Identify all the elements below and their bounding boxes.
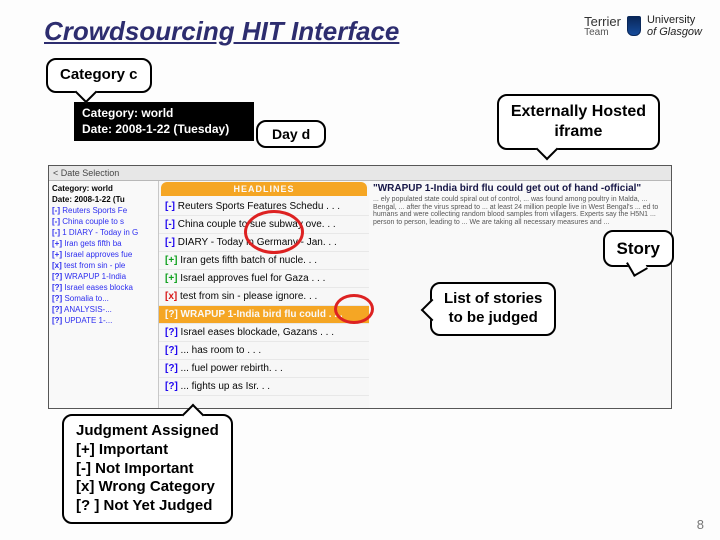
left-list-item[interactable]: [?] ANALYSIS-... bbox=[49, 304, 158, 315]
iframe-topbar: < Date Selection bbox=[49, 166, 671, 181]
callout-list: List of stories to be judged bbox=[430, 282, 556, 336]
left-list-item[interactable]: [-] China couple to s bbox=[49, 216, 158, 227]
ctx-date-label: Date: bbox=[82, 122, 112, 136]
left-meta-date: Date: 2008-1-22 (Tu bbox=[49, 194, 158, 205]
judgment-row: [-] Not Important bbox=[76, 460, 219, 479]
left-list-item[interactable]: [+] Iran gets fifth ba bbox=[49, 238, 158, 249]
callout-iframe: Externally Hosted iframe bbox=[497, 94, 660, 150]
terrier-logo: Terrier Team bbox=[584, 15, 621, 38]
headline-item[interactable]: [?] ... fights up as Isr. . . bbox=[159, 378, 369, 396]
left-list-item[interactable]: [-] 1 DIARY - Today in G bbox=[49, 227, 158, 238]
left-list-item[interactable]: [+] Israel approves fue bbox=[49, 249, 158, 260]
left-meta-cat: Category: world bbox=[49, 183, 158, 194]
headlines-bar: HEADLINES bbox=[161, 182, 367, 196]
bullet-icon bbox=[236, 128, 240, 132]
callout-day: Day d bbox=[256, 120, 326, 148]
judgment-row: [? ] Not Yet Judged bbox=[76, 497, 219, 516]
uog-line1: University bbox=[647, 14, 695, 26]
headline-item[interactable]: [?] Israel eases blockade, Gazans . . . bbox=[159, 324, 369, 342]
left-list-item[interactable]: [x] test from sin - ple bbox=[49, 260, 158, 271]
hosted-iframe-mock: < Date Selection Category: world Date: 2… bbox=[48, 165, 672, 409]
judgment-title: Judgment Assigned bbox=[76, 422, 219, 441]
logo-block: Terrier Team University of Glasgow bbox=[584, 14, 702, 38]
uog-crest-icon bbox=[627, 16, 641, 36]
uog-line2: of Glasgow bbox=[647, 26, 702, 38]
headline-item[interactable]: [?] ... fuel power rebirth. . . bbox=[159, 360, 369, 378]
callout-judgment: Judgment Assigned [+] Important [-] Not … bbox=[62, 414, 233, 524]
story-body: ... ely populated state could spiral out… bbox=[373, 196, 667, 227]
story-title: "WRAPUP 1-India bird flu could get out o… bbox=[373, 183, 667, 194]
callout-category: Category c bbox=[46, 58, 152, 93]
headline-item[interactable]: [?] ... has room to . . . bbox=[159, 342, 369, 360]
context-bar: Category: world Date: 2008-1-22 (Tuesday… bbox=[74, 102, 254, 141]
ctx-cat-value: world bbox=[141, 106, 173, 120]
uog-text: University of Glasgow bbox=[647, 14, 702, 38]
left-list-item[interactable]: [?] Israel eases blocka bbox=[49, 282, 158, 293]
left-list-item[interactable]: [-] Reuters Sports Fe bbox=[49, 205, 158, 216]
left-list-item[interactable]: [?] Somalia to... bbox=[49, 293, 158, 304]
headline-item[interactable]: [+] Israel approves fuel for Gaza . . . bbox=[159, 270, 369, 288]
headline-item[interactable]: [+] Iran gets fifth batch of nucle. . . bbox=[159, 252, 369, 270]
left-list-item[interactable]: [?] WRAPUP 1-India bbox=[49, 271, 158, 282]
callout-story: Story bbox=[603, 230, 674, 267]
judgment-row: [x] Wrong Category bbox=[76, 478, 219, 497]
ctx-date-value: 2008-1-22 (Tuesday) bbox=[115, 122, 229, 136]
red-circle-annotation bbox=[334, 294, 374, 324]
red-circle-annotation bbox=[244, 210, 304, 254]
iframe-left-column: Category: world Date: 2008-1-22 (Tu [-] … bbox=[49, 181, 159, 409]
judgment-row: [+] Important bbox=[76, 441, 219, 460]
terrier-sub: Team bbox=[584, 28, 621, 38]
ctx-cat-label: Category: bbox=[82, 106, 138, 120]
left-list-item[interactable]: [?] UPDATE 1-... bbox=[49, 315, 158, 326]
page-number: 8 bbox=[697, 517, 704, 532]
